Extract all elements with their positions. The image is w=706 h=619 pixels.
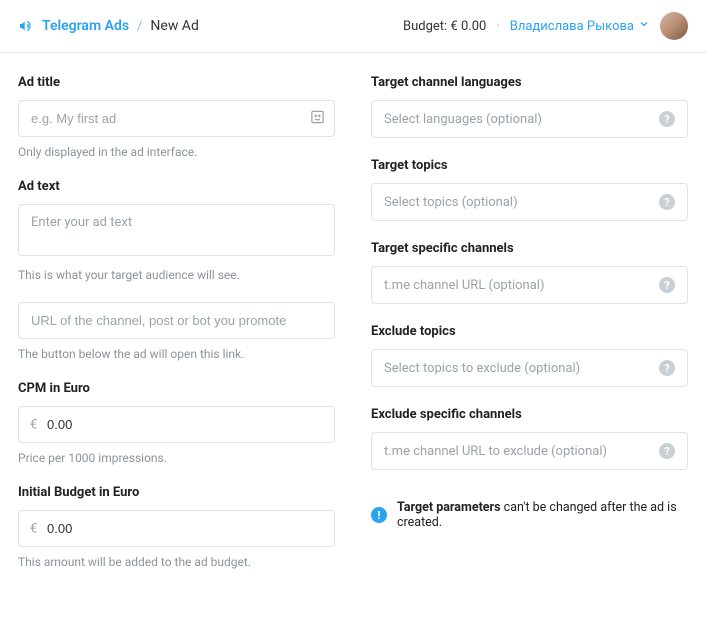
promote-url-field: The button below the ad will open this l… bbox=[18, 302, 335, 361]
brand-link[interactable]: Telegram Ads bbox=[42, 18, 129, 34]
budget-value: 0.00 bbox=[461, 19, 486, 34]
dot-sep: · bbox=[496, 19, 499, 34]
avatar[interactable] bbox=[660, 12, 688, 40]
header: Telegram Ads / New Ad Budget: € 0.00 · В… bbox=[0, 0, 706, 53]
help-icon[interactable]: ? bbox=[659, 360, 675, 376]
exclude-topics-placeholder: Select topics to exclude (optional) bbox=[384, 361, 580, 376]
budget-input[interactable] bbox=[18, 510, 335, 547]
breadcrumb: Telegram Ads / New Ad bbox=[18, 18, 199, 34]
budget-helper: This amount will be added to the ad budg… bbox=[18, 555, 335, 569]
target-languages-field: Target channel languages Select language… bbox=[371, 75, 688, 138]
emoji-icon[interactable] bbox=[310, 109, 325, 128]
cpm-input-wrap: € bbox=[18, 406, 335, 443]
help-icon[interactable]: ? bbox=[659, 194, 675, 210]
user-menu[interactable]: Владислава Рыкова bbox=[510, 18, 650, 34]
euro-icon: € bbox=[30, 417, 37, 432]
bullhorn-icon bbox=[18, 18, 34, 34]
cpm-input[interactable] bbox=[18, 406, 335, 443]
ad-text-label: Ad text bbox=[18, 179, 335, 194]
promote-url-input[interactable] bbox=[18, 302, 335, 339]
breadcrumb-sep: / bbox=[137, 19, 142, 34]
notice-bold: Target parameters bbox=[397, 500, 501, 515]
exclude-channels-placeholder: t.me channel URL to exclude (optional) bbox=[384, 444, 607, 459]
header-right: Budget: € 0.00 · Владислава Рыкова bbox=[403, 12, 688, 40]
ad-text-helper: This is what your target audience will s… bbox=[18, 268, 335, 282]
ad-title-helper: Only displayed in the ad interface. bbox=[18, 145, 335, 159]
ad-text-input[interactable] bbox=[18, 204, 335, 256]
budget-field: Initial Budget in Euro € This amount wil… bbox=[18, 485, 335, 569]
username-label: Владислава Рыкова bbox=[510, 19, 634, 34]
target-topics-select[interactable]: Select topics (optional) ? bbox=[371, 183, 688, 221]
euro-icon: € bbox=[30, 521, 37, 536]
ad-title-label: Ad title bbox=[18, 75, 335, 90]
target-topics-placeholder: Select topics (optional) bbox=[384, 195, 518, 210]
cpm-label: CPM in Euro bbox=[18, 381, 335, 396]
target-channels-select[interactable]: t.me channel URL (optional) ? bbox=[371, 266, 688, 304]
target-channels-label: Target specific channels bbox=[371, 241, 688, 256]
cpm-field: CPM in Euro € Price per 1000 impressions… bbox=[18, 381, 335, 465]
breadcrumb-current: New Ad bbox=[150, 18, 198, 34]
budget-label: Initial Budget in Euro bbox=[18, 485, 335, 500]
help-icon[interactable]: ? bbox=[659, 443, 675, 459]
target-languages-label: Target channel languages bbox=[371, 75, 688, 90]
target-topics-label: Target topics bbox=[371, 158, 688, 173]
ad-title-input-wrap bbox=[18, 100, 335, 137]
target-languages-select[interactable]: Select languages (optional) ? bbox=[371, 100, 688, 138]
exclude-topics-field: Exclude topics Select topics to exclude … bbox=[371, 324, 688, 387]
help-icon[interactable]: ? bbox=[659, 111, 675, 127]
target-channels-field: Target specific channels t.me channel UR… bbox=[371, 241, 688, 304]
exclude-channels-label: Exclude specific channels bbox=[371, 407, 688, 422]
exclude-channels-select[interactable]: t.me channel URL to exclude (optional) ? bbox=[371, 432, 688, 470]
right-column: Target channel languages Select language… bbox=[371, 75, 688, 589]
target-notice: ! Target parameters can't be changed aft… bbox=[371, 500, 688, 530]
budget-prefix: Budget: € bbox=[403, 19, 461, 34]
exclude-channels-field: Exclude specific channels t.me channel U… bbox=[371, 407, 688, 470]
form-content: Ad title Only displayed in the ad interf… bbox=[0, 53, 706, 619]
help-icon[interactable]: ? bbox=[659, 277, 675, 293]
cpm-helper: Price per 1000 impressions. bbox=[18, 451, 335, 465]
exclude-topics-select[interactable]: Select topics to exclude (optional) ? bbox=[371, 349, 688, 387]
promote-url-helper: The button below the ad will open this l… bbox=[18, 347, 335, 361]
target-topics-field: Target topics Select topics (optional) ? bbox=[371, 158, 688, 221]
chevron-down-icon bbox=[638, 18, 650, 34]
ad-title-input[interactable] bbox=[18, 100, 335, 137]
budget-input-wrap: € bbox=[18, 510, 335, 547]
notice-text: Target parameters can't be changed after… bbox=[397, 500, 688, 530]
budget-display: Budget: € 0.00 bbox=[403, 19, 486, 34]
left-column: Ad title Only displayed in the ad interf… bbox=[18, 75, 335, 589]
target-channels-placeholder: t.me channel URL (optional) bbox=[384, 278, 544, 293]
exclude-topics-label: Exclude topics bbox=[371, 324, 688, 339]
info-icon: ! bbox=[371, 507, 387, 523]
ad-text-field: Ad text This is what your target audienc… bbox=[18, 179, 335, 282]
target-languages-placeholder: Select languages (optional) bbox=[384, 112, 542, 127]
ad-title-field: Ad title Only displayed in the ad interf… bbox=[18, 75, 335, 159]
